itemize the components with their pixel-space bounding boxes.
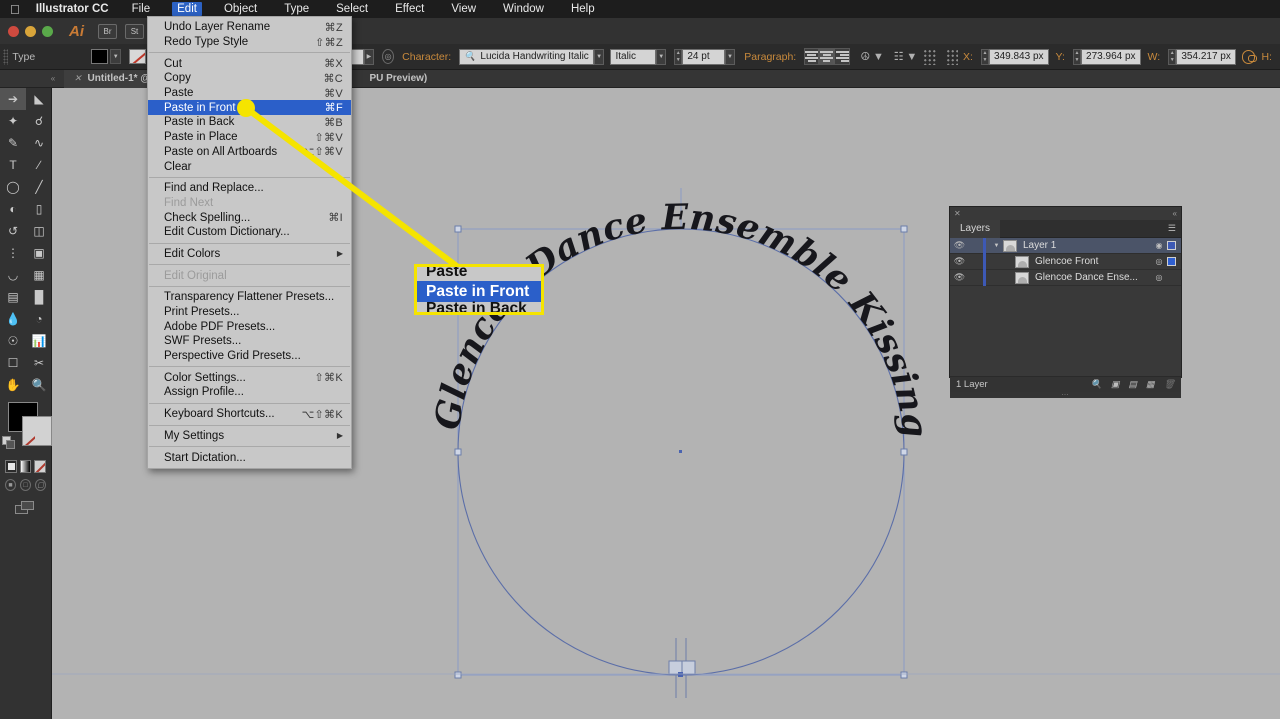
callout-row-paste-in-back: Paste in Back: [426, 300, 527, 315]
callout-row-paste-in-front: Paste in Front: [417, 281, 541, 302]
paste-in-front-callout: Paste Paste in Front Paste in Back: [414, 264, 544, 315]
callout-origin-dot: [237, 99, 255, 117]
callout-connector: [237, 99, 472, 279]
illustrator-window:  Illustrator CC File Edit Object Type S…: [0, 0, 1280, 719]
callout-row-paste: Paste: [426, 264, 468, 280]
